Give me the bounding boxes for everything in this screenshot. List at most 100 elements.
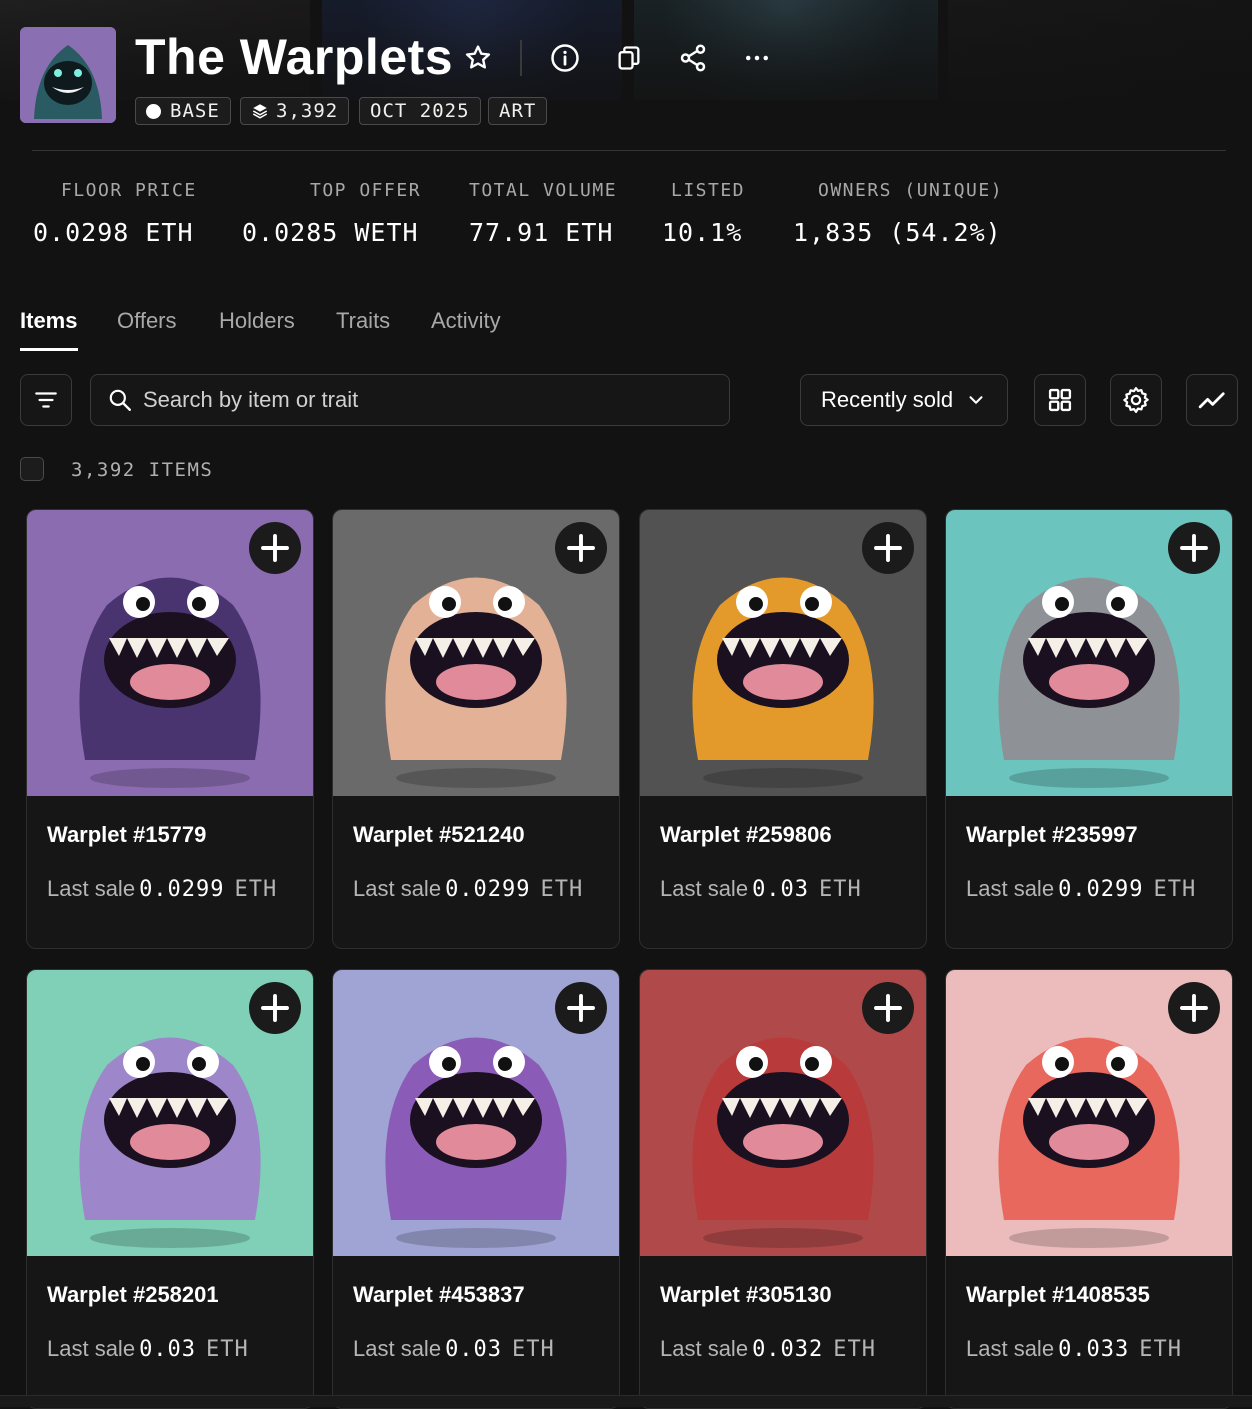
nft-image[interactable] <box>640 970 926 1256</box>
share-button[interactable] <box>675 40 711 76</box>
add-to-cart-button[interactable] <box>555 522 607 574</box>
add-to-cart-button[interactable] <box>1168 982 1220 1034</box>
plus-icon <box>567 994 595 1022</box>
search-icon <box>109 389 131 411</box>
tab-offers[interactable]: Offers <box>117 308 177 334</box>
nft-card[interactable]: Warplet #15779 Last sale 0.0299 ETH <box>26 509 314 949</box>
last-sale-label: Last sale <box>353 1336 442 1361</box>
plus-icon <box>567 534 595 562</box>
filter-button[interactable] <box>20 374 72 426</box>
sort-value: Recently sold <box>821 387 954 412</box>
total-volume-label: TOTAL VOLUME <box>469 180 618 201</box>
tab-traits[interactable]: Traits <box>336 308 390 334</box>
settings-button[interactable] <box>1110 374 1162 426</box>
last-sale: Last sale 0.0299 ETH <box>353 876 583 902</box>
gear-icon <box>1123 387 1149 413</box>
active-tab-indicator <box>20 348 78 351</box>
nft-card[interactable]: Warplet #235997 Last sale 0.0299 ETH <box>945 509 1233 949</box>
chain-dot-icon <box>146 103 161 119</box>
nft-image[interactable] <box>27 510 313 796</box>
last-sale-currency: ETH <box>512 1337 555 1362</box>
nft-image[interactable] <box>946 510 1232 796</box>
nft-image[interactable] <box>640 510 926 796</box>
nft-name[interactable]: Warplet #521240 <box>353 822 525 848</box>
last-sale-price: 0.0299 <box>445 877 531 902</box>
last-sale: Last sale 0.032 ETH <box>660 1336 876 1362</box>
nft-name[interactable]: Warplet #258201 <box>47 1282 219 1308</box>
plus-icon <box>1180 994 1208 1022</box>
info-button[interactable] <box>547 40 583 76</box>
last-sale: Last sale 0.03 ETH <box>47 1336 249 1362</box>
last-sale: Last sale 0.0299 ETH <box>47 876 277 902</box>
items-count: 3,392 ITEMS <box>71 459 214 481</box>
last-sale-label: Last sale <box>353 876 442 901</box>
copy-button[interactable] <box>611 40 647 76</box>
share-icon <box>680 44 706 72</box>
last-sale-price: 0.03 <box>445 1337 503 1362</box>
select-all-checkbox[interactable] <box>20 457 44 481</box>
header-divider <box>520 40 522 76</box>
nft-image[interactable] <box>27 970 313 1256</box>
grid-view-button[interactable] <box>1034 374 1086 426</box>
last-sale-price: 0.03 <box>139 1337 197 1362</box>
nft-card[interactable]: Warplet #453837 Last sale 0.03 ETH <box>332 969 620 1409</box>
nft-name[interactable]: Warplet #1408535 <box>966 1282 1150 1308</box>
last-sale: Last sale 0.0299 ETH <box>966 876 1196 902</box>
tab-items[interactable]: Items <box>20 308 77 334</box>
tab-activity[interactable]: Activity <box>431 308 501 334</box>
nft-name[interactable]: Warplet #15779 <box>47 822 206 848</box>
nft-card[interactable]: Warplet #521240 Last sale 0.0299 ETH <box>332 509 620 949</box>
nft-image[interactable] <box>946 970 1232 1256</box>
sort-select[interactable]: Recently sold <box>800 374 1008 426</box>
nft-image[interactable] <box>333 970 619 1256</box>
last-sale-label: Last sale <box>660 876 749 901</box>
analytics-button[interactable] <box>1186 374 1238 426</box>
listed-label: LISTED <box>671 180 746 201</box>
add-to-cart-button[interactable] <box>862 982 914 1034</box>
nft-name[interactable]: Warplet #305130 <box>660 1282 832 1308</box>
tab-holders[interactable]: Holders <box>219 308 295 334</box>
nft-card[interactable]: Warplet #1408535 Last sale 0.033 ETH <box>945 969 1233 1409</box>
nft-image[interactable] <box>333 510 619 796</box>
chevron-down-icon <box>969 396 983 404</box>
last-sale-price: 0.0299 <box>139 877 225 902</box>
last-sale-price: 0.03 <box>752 877 810 902</box>
top-offer-label: TOP OFFER <box>310 180 422 201</box>
plus-icon <box>261 994 289 1022</box>
filter-icon <box>35 392 57 408</box>
last-sale-currency: ETH <box>540 877 584 902</box>
last-sale: Last sale 0.03 ETH <box>660 876 862 902</box>
last-sale-price: 0.0299 <box>1058 877 1144 902</box>
category-tag: ART <box>488 97 548 125</box>
search-input[interactable]: Search by item or trait <box>143 387 358 413</box>
add-to-cart-button[interactable] <box>249 982 301 1034</box>
nft-card[interactable]: Warplet #258201 Last sale 0.03 ETH <box>26 969 314 1409</box>
add-to-cart-button[interactable] <box>555 982 607 1034</box>
nft-name[interactable]: Warplet #235997 <box>966 822 1138 848</box>
chain-label: BASE <box>170 100 220 122</box>
top-offer-value: 0.0285 WETH <box>242 218 419 247</box>
listed-value: 10.1% <box>662 218 743 247</box>
nft-card[interactable]: Warplet #305130 Last sale 0.032 ETH <box>639 969 927 1409</box>
trend-chart-icon <box>1198 392 1225 409</box>
search-box[interactable]: Search by item or trait <box>90 374 730 426</box>
add-to-cart-button[interactable] <box>1168 522 1220 574</box>
category-label: ART <box>499 100 537 122</box>
nft-name[interactable]: Warplet #259806 <box>660 822 832 848</box>
favorite-button[interactable] <box>462 42 494 74</box>
add-to-cart-button[interactable] <box>249 522 301 574</box>
last-sale-currency: ETH <box>819 877 862 902</box>
last-sale-currency: ETH <box>1139 1337 1183 1362</box>
plus-icon <box>261 534 289 562</box>
last-sale-currency: ETH <box>833 1337 877 1362</box>
more-button[interactable] <box>739 40 775 76</box>
plus-icon <box>874 994 902 1022</box>
star-icon <box>465 45 491 69</box>
more-icon <box>746 55 768 61</box>
chain-tag: BASE <box>135 97 231 125</box>
owners-value: 1,835 (54.2%) <box>793 218 1002 247</box>
nft-card[interactable]: Warplet #259806 Last sale 0.03 ETH <box>639 509 927 949</box>
last-sale-currency: ETH <box>1153 877 1197 902</box>
nft-name[interactable]: Warplet #453837 <box>353 1282 525 1308</box>
add-to-cart-button[interactable] <box>862 522 914 574</box>
